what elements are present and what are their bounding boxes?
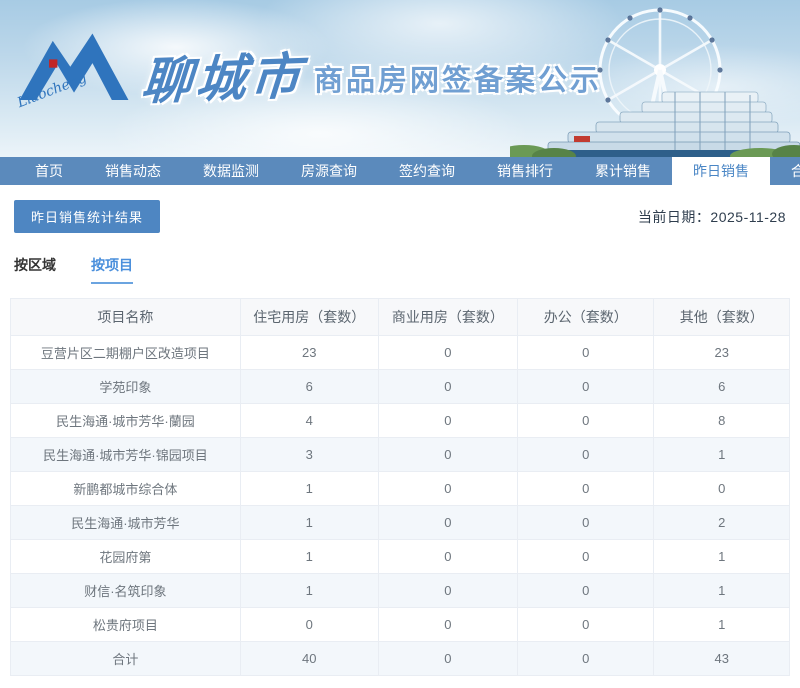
city-name: 聊城市 (140, 51, 306, 107)
cell-office: 0 (518, 540, 654, 574)
table-row: 豆营片区二期棚户区改造项目230023 (11, 336, 790, 370)
cell-residential: 40 (240, 642, 378, 676)
table-row: 花园府第1001 (11, 540, 790, 574)
column-header-commercial: 商业用房（套数） (378, 299, 517, 336)
cell-other: 43 (654, 642, 790, 676)
cell-other: 6 (654, 370, 790, 404)
cell-commercial: 0 (378, 642, 517, 676)
cell-office: 0 (518, 642, 654, 676)
cell-project: 民生海通·城市芳华 (11, 506, 241, 540)
site-title: 商品房网签备案公示 (314, 67, 602, 96)
table-row: 松贵府项目0001 (11, 608, 790, 642)
cell-other: 1 (654, 574, 790, 608)
cell-project: 豆营片区二期棚户区改造项目 (11, 336, 241, 370)
cell-office: 0 (518, 438, 654, 472)
table-row: 民生海通·城市芳华1002 (11, 506, 790, 540)
cell-residential: 1 (240, 574, 378, 608)
sales-by-project-table: 项目名称 住宅用房（套数） 商业用房（套数） 办公（套数） 其他（套数） 豆营片… (10, 298, 790, 676)
current-date-label: 当前日期： (638, 209, 711, 225)
cell-residential: 1 (240, 472, 378, 506)
cell-other: 1 (654, 540, 790, 574)
cell-project: 松贵府项目 (11, 608, 241, 642)
nav-item-yesterday-sales[interactable]: 昨日销售 (672, 157, 770, 185)
table-row: 财信·名筑印象1001 (11, 574, 790, 608)
table-row: 民生海通·城市芳华·蘭园4008 (11, 404, 790, 438)
toolbar: 昨日销售统计结果 当前日期：2025-11-28 (14, 200, 786, 233)
cell-commercial: 0 (378, 506, 517, 540)
cell-residential: 1 (240, 506, 378, 540)
cell-commercial: 0 (378, 472, 517, 506)
cell-office: 0 (518, 574, 654, 608)
nav-item-home[interactable]: 首页 (14, 157, 84, 185)
table-header-row: 项目名称 住宅用房（套数） 商业用房（套数） 办公（套数） 其他（套数） (11, 299, 790, 336)
cell-office: 0 (518, 608, 654, 642)
view-tabs: 按区域 按项目 (14, 255, 786, 284)
table-row: 民生海通·城市芳华·锦园项目3001 (11, 438, 790, 472)
cell-commercial: 0 (378, 370, 517, 404)
cell-other: 8 (654, 404, 790, 438)
cell-commercial: 0 (378, 574, 517, 608)
liaocheng-logo-icon: Liaocheng (14, 24, 134, 116)
cell-commercial: 0 (378, 608, 517, 642)
nav-item-cumulative-sales[interactable]: 累计销售 (574, 157, 672, 185)
column-header-office: 办公（套数） (518, 299, 654, 336)
cell-project: 学苑印象 (11, 370, 241, 404)
cell-project: 财信·名筑印象 (11, 574, 241, 608)
cell-residential: 0 (240, 608, 378, 642)
content-area: 昨日销售统计结果 当前日期：2025-11-28 按区域 按项目 项目名称 住宅… (0, 200, 800, 676)
cell-residential: 6 (240, 370, 378, 404)
cell-office: 0 (518, 370, 654, 404)
nav-item-signing-query[interactable]: 签约查询 (378, 157, 476, 185)
cell-residential: 1 (240, 540, 378, 574)
cell-office: 0 (518, 506, 654, 540)
nav-item-sales-ranking[interactable]: 销售排行 (476, 157, 574, 185)
cell-project: 民生海通·城市芳华·锦园项目 (11, 438, 241, 472)
nav-item-sales-activity[interactable]: 销售动态 (84, 157, 182, 185)
cell-other: 1 (654, 608, 790, 642)
site-banner: Liaocheng 聊城市 商品房网签备案公示 (0, 0, 800, 157)
nav-item-listing-query[interactable]: 房源查询 (280, 157, 378, 185)
cell-residential: 3 (240, 438, 378, 472)
table-total-row: 合计400043 (11, 642, 790, 676)
cell-other: 0 (654, 472, 790, 506)
nav-item-data-monitor[interactable]: 数据监测 (182, 157, 280, 185)
cell-office: 0 (518, 472, 654, 506)
cell-commercial: 0 (378, 336, 517, 370)
cell-other: 1 (654, 438, 790, 472)
cell-commercial: 0 (378, 438, 517, 472)
table-row: 新鹏都城市综合体1000 (11, 472, 790, 506)
cell-commercial: 0 (378, 404, 517, 438)
column-header-other: 其他（套数） (654, 299, 790, 336)
cell-commercial: 0 (378, 540, 517, 574)
cell-other: 23 (654, 336, 790, 370)
table-row: 学苑印象6006 (11, 370, 790, 404)
nav-item-contract-cancellation[interactable]: 合同注销 (770, 157, 800, 185)
tab-by-region[interactable]: 按区域 (14, 255, 56, 284)
cell-project: 花园府第 (11, 540, 241, 574)
cell-residential: 4 (240, 404, 378, 438)
current-date: 当前日期：2025-11-28 (638, 207, 786, 227)
cell-total-label: 合计 (11, 642, 241, 676)
cell-office: 0 (518, 336, 654, 370)
current-date-value: 2025-11-28 (710, 209, 786, 225)
cell-office: 0 (518, 404, 654, 438)
yesterday-sales-result-button[interactable]: 昨日销售统计结果 (14, 200, 160, 233)
tab-by-project[interactable]: 按项目 (91, 255, 133, 284)
main-nav: 首页 销售动态 数据监测 房源查询 签约查询 销售排行 累计销售 昨日销售 合同… (0, 157, 800, 185)
cell-project: 新鹏都城市综合体 (11, 472, 241, 506)
column-header-residential: 住宅用房（套数） (240, 299, 378, 336)
column-header-project: 项目名称 (11, 299, 241, 336)
cell-residential: 23 (240, 336, 378, 370)
brand-block: Liaocheng 聊城市 商品房网签备案公示 (14, 24, 602, 116)
cell-other: 2 (654, 506, 790, 540)
cell-project: 民生海通·城市芳华·蘭园 (11, 404, 241, 438)
